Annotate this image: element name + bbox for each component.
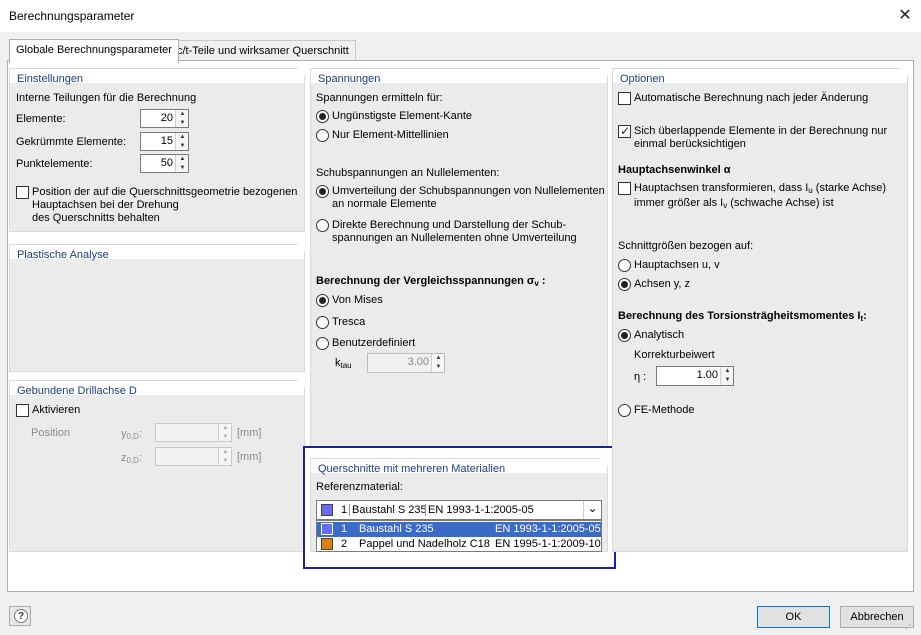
- help-button[interactable]: ?: [9, 606, 31, 626]
- gekruemmte-label: Gekrümmte Elemente:: [16, 136, 127, 148]
- group-title: Einstellungen: [17, 73, 84, 85]
- radio-ungunstigste-kante[interactable]: [316, 110, 329, 123]
- radio-label: Benutzerdefiniert: [332, 337, 416, 349]
- hauptachsen-label: Hauptachsen transformieren, dass Iu (sta…: [634, 182, 887, 210]
- radio-direkte-berechnung[interactable]: [316, 219, 329, 232]
- spin-up-icon[interactable]: ▲: [219, 424, 232, 433]
- radio-analytisch[interactable]: [618, 329, 631, 342]
- spin-down-icon[interactable]: ▼: [432, 363, 445, 372]
- ktau-label: ktau: [335, 357, 352, 370]
- einstellungen-subtitle: Interne Teilungen für die Berechnung: [16, 92, 197, 104]
- position-checkbox[interactable]: [16, 186, 29, 199]
- eta-spinner[interactable]: 1.00 ▲ ▼: [656, 366, 734, 386]
- radio-fe-methode[interactable]: [618, 404, 631, 417]
- auto-berechnung-checkbox[interactable]: [618, 92, 631, 105]
- spin-down-icon[interactable]: ▼: [176, 142, 189, 151]
- help-icon: ?: [14, 609, 28, 623]
- radio-label: Achsen y, z: [634, 278, 691, 290]
- group-title: Plastische Analyse: [17, 249, 109, 261]
- radio-umverteilung[interactable]: [316, 185, 329, 198]
- radio-label: Umverteilung der Schubspannungen von Nul…: [332, 185, 605, 210]
- spin-down-icon[interactable]: ▼: [176, 119, 189, 128]
- spin-up-icon[interactable]: ▲: [176, 110, 189, 119]
- window-title: Berechnungsparameter: [9, 9, 135, 23]
- radio-label: FE-Methode: [634, 404, 695, 416]
- spin-up-icon[interactable]: ▲: [432, 354, 445, 363]
- hauptachsen-checkbox[interactable]: [618, 182, 631, 195]
- radio-mittellinien[interactable]: [316, 129, 329, 142]
- tab-ct-teile[interactable]: c/t-Teile und wirksamer Querschnitt: [170, 40, 356, 62]
- radio-hauptachsen-uv[interactable]: [618, 259, 631, 272]
- korrektur-label: Korrekturbeiwert: [634, 349, 715, 361]
- y0d-spinner[interactable]: ▲ ▼: [155, 423, 232, 442]
- hauptachsenwinkel-title: Hauptachsenwinkel α: [618, 164, 731, 176]
- ok-button[interactable]: OK: [757, 606, 830, 628]
- radio-benutzerdefiniert[interactable]: [316, 337, 329, 350]
- radio-tresca[interactable]: [316, 316, 329, 329]
- position-label-drill: Position: [31, 427, 71, 439]
- ktau-spinner[interactable]: 3.00 ▲ ▼: [367, 353, 445, 373]
- radio-label: Analytisch: [634, 329, 685, 341]
- radio-label: Tresca: [332, 316, 366, 328]
- punkt-spinner[interactable]: 50 ▲ ▼: [140, 154, 189, 173]
- resize-grip-icon[interactable]: ⋰: [905, 620, 917, 632]
- eta-label: η :: [634, 371, 647, 383]
- title-bar: [0, 0, 921, 32]
- auto-berechnung-label: Automatische Berechnung nach jeder Änder…: [634, 92, 869, 104]
- radio-label: Nur Element-Mittellinien: [332, 129, 449, 141]
- overlap-checkbox[interactable]: [618, 124, 631, 138]
- group-title: Gebundene Drillachse D: [17, 385, 137, 397]
- schnitt-label: Schnittgrößen bezogen auf:: [618, 240, 754, 252]
- tab-globale-berechnungsparameter[interactable]: Globale Berechnungsparameter: [9, 39, 179, 63]
- radio-label: Hauptachsen u, v: [634, 259, 720, 271]
- schub-label: Schubspannungen an Nullelementen:: [316, 167, 500, 179]
- spin-down-icon[interactable]: ▼: [219, 433, 232, 442]
- ermitteln-label: Spannungen ermitteln für:: [316, 92, 443, 104]
- spin-up-icon[interactable]: ▲: [176, 155, 189, 164]
- z0d-unit: [mm]: [237, 451, 262, 463]
- radio-label: Direkte Berechnung und Darstellung der S…: [332, 219, 577, 244]
- group-spannungen: Spannungen: [310, 68, 608, 448]
- y0d-label: y0,D:: [121, 428, 143, 441]
- y0d-unit: [mm]: [237, 427, 262, 439]
- aktivieren-checkbox[interactable]: [16, 404, 29, 417]
- close-icon[interactable]: ✕: [893, 4, 917, 28]
- highlight-frame: [303, 446, 616, 569]
- elemente-spinner[interactable]: 20 ▲ ▼: [140, 109, 189, 128]
- spin-down-icon[interactable]: ▼: [219, 457, 232, 466]
- spin-down-icon[interactable]: ▼: [176, 164, 189, 173]
- vergleich-label: Berechnung der Vergleichsspannungen σv :: [316, 275, 546, 288]
- group-title: Spannungen: [318, 73, 381, 85]
- spin-up-icon[interactable]: ▲: [721, 367, 734, 376]
- overlap-label: Sich überlappende Elemente in der Berech…: [634, 125, 888, 150]
- group-title: Optionen: [620, 73, 665, 85]
- radio-von-mises[interactable]: [316, 294, 329, 307]
- spin-up-icon[interactable]: ▲: [219, 448, 232, 457]
- spin-up-icon[interactable]: ▲: [176, 133, 189, 142]
- gekruemmte-spinner[interactable]: 15 ▲ ▼: [140, 132, 189, 151]
- position-label: Position der auf die Querschnittsgeometr…: [32, 186, 298, 224]
- radio-label: Von Mises: [332, 294, 383, 306]
- elemente-label: Elemente:: [16, 113, 66, 125]
- radio-label: Ungünstigste Element-Kante: [332, 110, 473, 122]
- group-plastische-analyse: Plastische Analyse: [9, 244, 305, 372]
- torsion-title: Berechnung des Torsionsträgheitsmomentes…: [618, 310, 867, 323]
- z0d-label: z0,D:: [121, 452, 143, 465]
- z0d-spinner[interactable]: ▲ ▼: [155, 447, 232, 466]
- punkt-label: Punktelemente:: [16, 158, 93, 170]
- cancel-button[interactable]: Abbrechen: [840, 606, 914, 628]
- radio-achsen-yz[interactable]: [618, 278, 631, 291]
- spin-down-icon[interactable]: ▼: [721, 376, 734, 385]
- aktivieren-label: Aktivieren: [32, 404, 81, 416]
